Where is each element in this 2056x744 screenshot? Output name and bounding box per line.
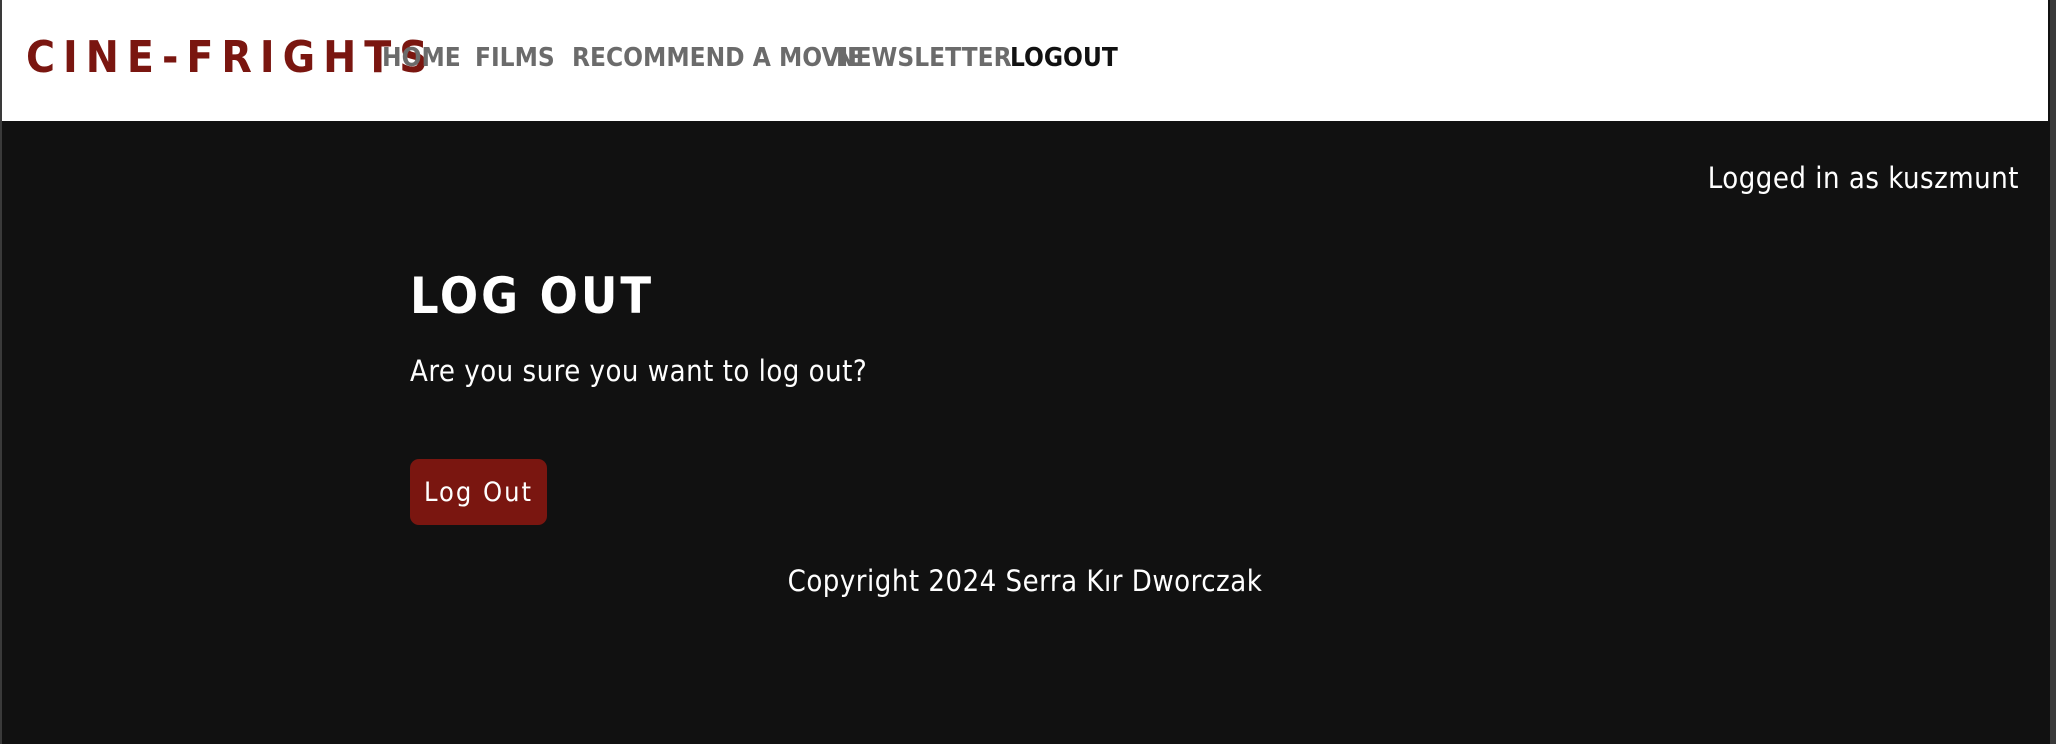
nav-item-logout[interactable]: LOGOUT xyxy=(1010,41,1118,75)
nav-item-newsletter[interactable]: NEWSLETTER xyxy=(836,41,1012,75)
nav-item-recommend-a-movie[interactable]: RECOMMEND A MOVIE xyxy=(572,41,864,75)
footer-copyright: Copyright 2024 Serra Kır Dworczak xyxy=(787,564,1263,598)
logout-button[interactable]: Log Out xyxy=(410,459,547,525)
logged-in-status: Logged in as kuszmunt xyxy=(1707,161,2019,195)
window-right-border xyxy=(2050,0,2056,744)
nav-item-home[interactable]: HOME xyxy=(382,41,461,75)
brand-logo[interactable]: CINE-FRIGHTS xyxy=(26,32,436,84)
logout-confirmation-text: Are you sure you want to log out? xyxy=(410,354,868,388)
nav-item-films[interactable]: FILMS xyxy=(475,41,555,75)
page-title: LOG OUT xyxy=(410,267,655,325)
navbar: CINE-FRIGHTS HOME FILMS RECOMMEND A MOVI… xyxy=(2,0,2048,121)
